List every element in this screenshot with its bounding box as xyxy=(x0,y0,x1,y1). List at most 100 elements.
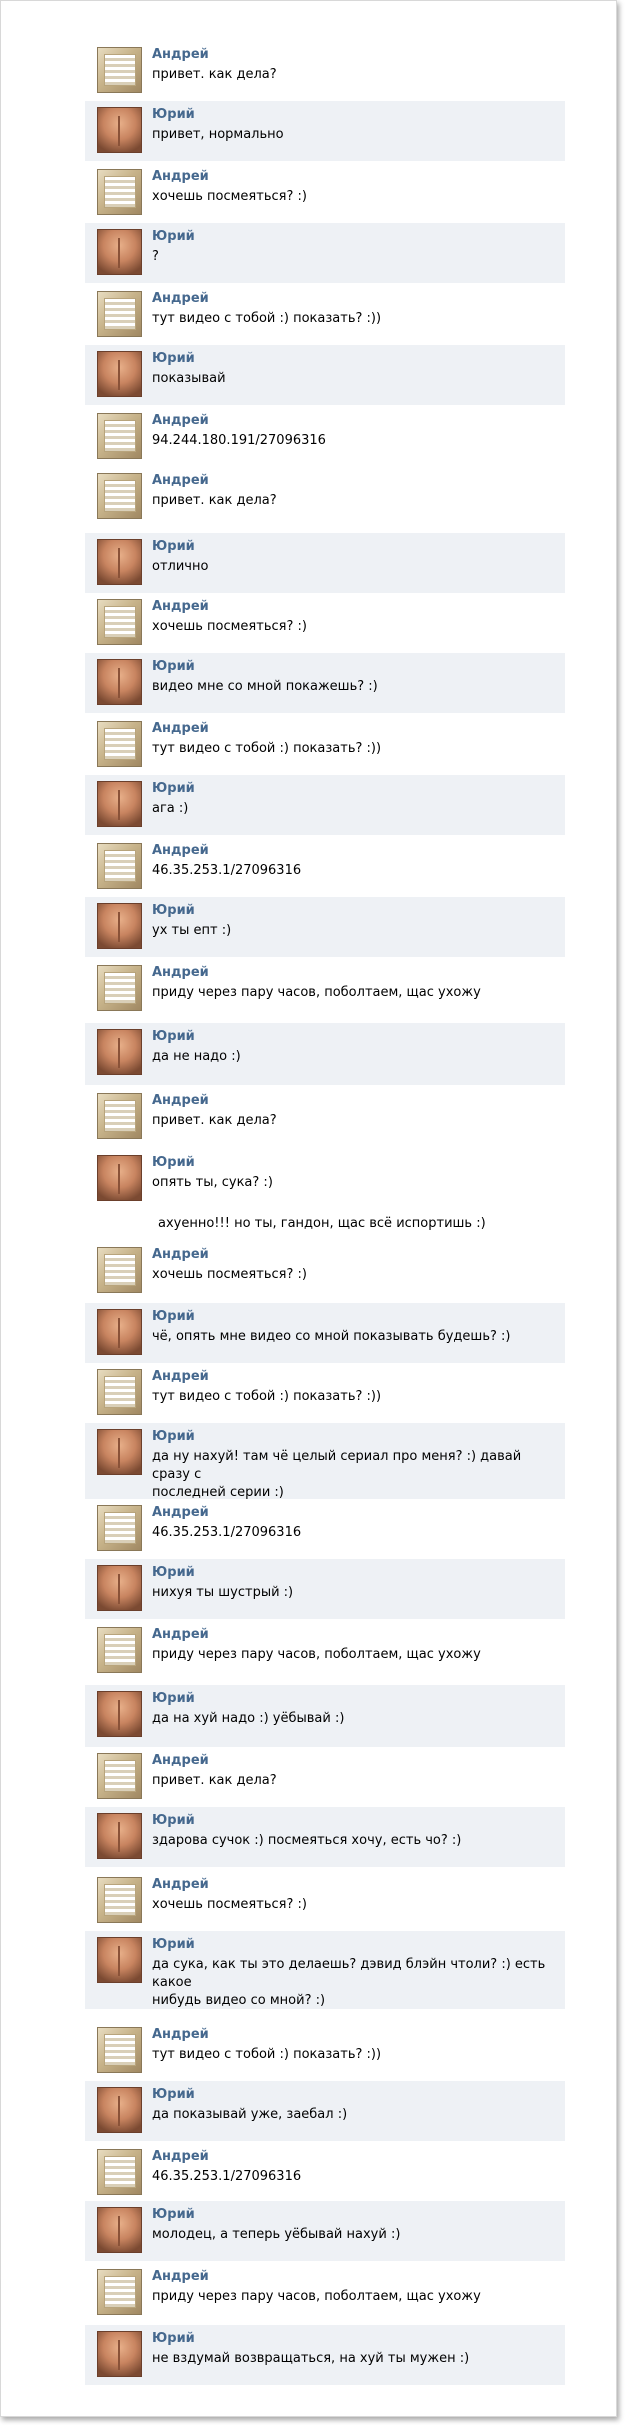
chat-message: Андрей тут видео с тобой :) показать? :)) xyxy=(85,1363,565,1423)
andrey-avatar[interactable] xyxy=(97,2027,142,2073)
yuri-avatar[interactable] xyxy=(97,1429,142,1475)
message-text: да ну нахуй! там чё целый сериал про мен… xyxy=(152,1448,562,1502)
message-text: ага :) xyxy=(152,800,562,818)
sender-name[interactable]: Юрий xyxy=(152,1690,195,1708)
yuri-avatar[interactable] xyxy=(97,1813,142,1859)
message-text-line: нибудь видео со мной? :) xyxy=(152,1993,326,2008)
message-text: да не надо :) xyxy=(152,1048,562,1066)
sender-name[interactable]: Андрей xyxy=(152,1626,209,1644)
sender-name[interactable]: Юрий xyxy=(152,902,195,920)
andrey-avatar[interactable] xyxy=(97,721,142,767)
chat-message: Юрий привет, нормально xyxy=(85,101,565,161)
yuri-avatar[interactable] xyxy=(97,2207,142,2253)
yuri-avatar[interactable] xyxy=(97,1309,142,1355)
sender-name[interactable]: Юрий xyxy=(152,228,195,246)
sender-name[interactable]: Андрей xyxy=(152,2026,209,2044)
sender-name[interactable]: Андрей xyxy=(152,1368,209,1386)
message-text: показывай xyxy=(152,370,562,388)
yuri-avatar[interactable] xyxy=(97,2087,142,2133)
message-text-line: 46.35.253.1/27096316 xyxy=(152,863,302,878)
message-text-line: молодец, а теперь уёбывай нахуй :) xyxy=(152,2227,401,2242)
yuri-avatar[interactable] xyxy=(97,903,142,949)
andrey-avatar[interactable] xyxy=(97,2269,142,2315)
sender-name[interactable]: Андрей xyxy=(152,2268,209,2286)
message-text: 46.35.253.1/27096316 xyxy=(152,2168,562,2186)
sender-name[interactable]: Юрий xyxy=(152,1812,195,1830)
chat-message: Андрей хочешь посмеяться? :) xyxy=(85,1871,565,1931)
chat-message: Андрей 46.35.253.1/27096316 xyxy=(85,837,565,897)
message-text: ? xyxy=(152,248,562,266)
yuri-avatar[interactable] xyxy=(97,1937,142,1983)
chat-message: Андрей тут видео с тобой :) показать? :)) xyxy=(85,285,565,345)
sender-name[interactable]: Андрей xyxy=(152,1092,209,1110)
andrey-avatar[interactable] xyxy=(97,291,142,337)
andrey-avatar[interactable] xyxy=(97,965,142,1011)
sender-name[interactable]: Юрий xyxy=(152,1154,195,1172)
sender-name[interactable]: Юрий xyxy=(152,1428,195,1446)
sender-name[interactable]: Андрей xyxy=(152,598,209,616)
andrey-avatar[interactable] xyxy=(97,1093,142,1139)
message-text-line: приду через пару часов, поболтаем, щас у… xyxy=(152,1647,481,1662)
andrey-avatar[interactable] xyxy=(97,47,142,93)
sender-name[interactable]: Юрий xyxy=(152,538,195,556)
yuri-avatar[interactable] xyxy=(97,107,142,153)
sender-name[interactable]: Андрей xyxy=(152,412,209,430)
sender-name[interactable]: Юрий xyxy=(152,658,195,676)
sender-name[interactable]: Андрей xyxy=(152,720,209,738)
yuri-avatar[interactable] xyxy=(97,229,142,275)
sender-name[interactable]: Юрий xyxy=(152,1308,195,1326)
yuri-avatar[interactable] xyxy=(97,659,142,705)
andrey-avatar[interactable] xyxy=(97,2149,142,2195)
andrey-avatar[interactable] xyxy=(97,1877,142,1923)
message-text: тут видео с тобой :) показать? :)) xyxy=(152,740,562,758)
sender-name[interactable]: Юрий xyxy=(152,106,195,124)
sender-name[interactable]: Андрей xyxy=(152,290,209,308)
message-text-line: чё, опять мне видео со мной показывать б… xyxy=(152,1329,511,1344)
sender-name[interactable]: Юрий xyxy=(152,1564,195,1582)
andrey-avatar[interactable] xyxy=(97,599,142,645)
sender-name[interactable]: Юрий xyxy=(152,2206,195,2224)
andrey-avatar[interactable] xyxy=(97,473,142,519)
andrey-avatar[interactable] xyxy=(97,843,142,889)
yuri-avatar[interactable] xyxy=(97,1155,142,1201)
yuri-avatar[interactable] xyxy=(97,781,142,827)
sender-name[interactable]: Андрей xyxy=(152,472,209,490)
yuri-avatar[interactable] xyxy=(97,1691,142,1737)
sender-name[interactable]: Юрий xyxy=(152,350,195,368)
yuri-avatar[interactable] xyxy=(97,351,142,397)
yuri-avatar[interactable] xyxy=(97,1565,142,1611)
message-text: тут видео с тобой :) показать? :)) xyxy=(152,310,562,328)
andrey-avatar[interactable] xyxy=(97,1627,142,1673)
andrey-avatar[interactable] xyxy=(97,1369,142,1415)
andrey-avatar[interactable] xyxy=(97,1247,142,1293)
andrey-avatar[interactable] xyxy=(97,169,142,215)
message-text: да сука, как ты это делаешь? дэвид блэйн… xyxy=(152,1956,562,2010)
andrey-avatar[interactable] xyxy=(97,1505,142,1551)
sender-name[interactable]: Андрей xyxy=(152,46,209,64)
sender-name[interactable]: Юрий xyxy=(152,1028,195,1046)
sender-name[interactable]: Юрий xyxy=(152,780,195,798)
sender-name[interactable]: Юрий xyxy=(152,2086,195,2104)
sender-name[interactable]: Андрей xyxy=(152,1876,209,1894)
sender-name[interactable]: Андрей xyxy=(152,964,209,982)
sender-name[interactable]: Андрей xyxy=(152,1246,209,1264)
sender-name[interactable]: Андрей xyxy=(152,1504,209,1522)
sender-name[interactable]: Юрий xyxy=(152,1936,195,1954)
sender-name[interactable]: Андрей xyxy=(152,168,209,186)
chat-message: Юрий чё, опять мне видео со мной показыва… xyxy=(85,1303,565,1363)
yuri-avatar[interactable] xyxy=(97,2331,142,2377)
sender-name[interactable]: Андрей xyxy=(152,2148,209,2166)
message-text: 46.35.253.1/27096316 xyxy=(152,1524,562,1542)
sender-name[interactable]: Андрей xyxy=(152,1752,209,1770)
sender-name[interactable]: Юрий xyxy=(152,2330,195,2348)
message-text: приду через пару часов, поболтаем, щас у… xyxy=(152,1646,562,1664)
yuri-avatar[interactable] xyxy=(97,1029,142,1075)
chat-message: Юрий видео мне со мной покажешь? :) xyxy=(85,653,565,713)
message-text-line: тут видео с тобой :) показать? :)) xyxy=(152,741,382,756)
message-text: 46.35.253.1/27096316 xyxy=(152,862,562,880)
andrey-avatar[interactable] xyxy=(97,1753,142,1799)
andrey-avatar[interactable] xyxy=(97,413,142,459)
message-text-line: 46.35.253.1/27096316 xyxy=(152,2169,302,2184)
sender-name[interactable]: Андрей xyxy=(152,842,209,860)
yuri-avatar[interactable] xyxy=(97,539,142,585)
